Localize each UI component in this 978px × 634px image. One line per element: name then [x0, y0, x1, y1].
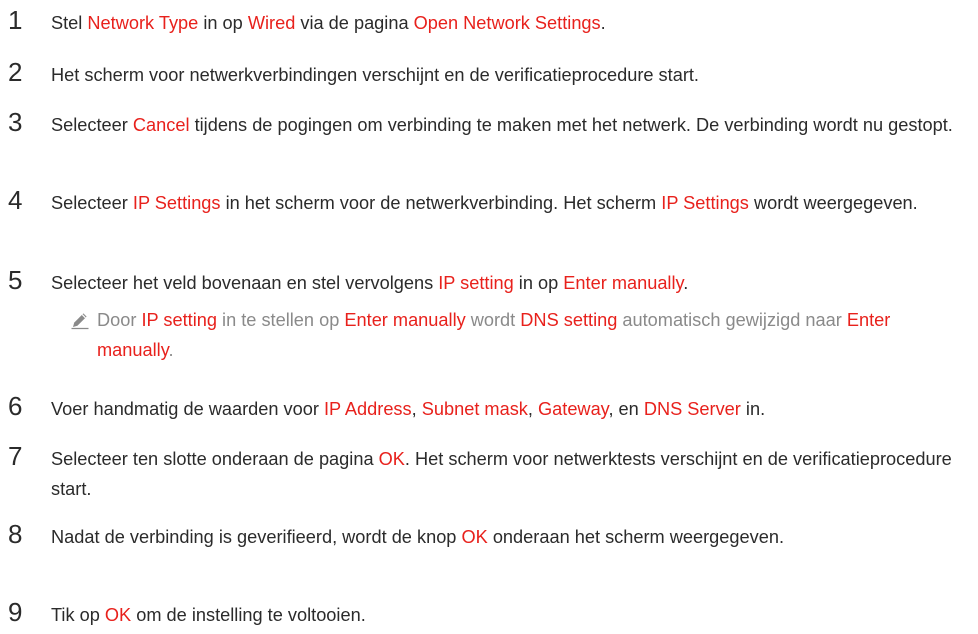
text-segment: .: [168, 340, 174, 360]
step-number: 3: [8, 107, 23, 137]
step-text: Selecteer het veld bovenaan en stel verv…: [51, 268, 971, 298]
ui-term: OK: [461, 527, 488, 547]
text-segment: ,: [411, 399, 422, 419]
ui-term: OK: [104, 605, 132, 625]
step-text: Selecteer ten slotte onderaan de pagina …: [51, 444, 971, 504]
step-number: 6: [8, 391, 23, 421]
text-segment: Selecteer: [51, 115, 133, 135]
ui-term: DNS Server: [643, 399, 741, 419]
ui-term: Network Type: [87, 13, 199, 33]
ui-term: DNS setting: [520, 310, 618, 330]
text-segment: onderaan het scherm weergegeven.: [487, 527, 785, 547]
step-text: Selecteer Cancel tijdens de pogingen om …: [51, 110, 971, 140]
ui-term: Cancel: [132, 115, 190, 135]
step-number: 8: [8, 519, 23, 549]
text-segment: in.: [740, 399, 766, 419]
ui-term: IP Address: [324, 399, 412, 419]
step-number: 5: [8, 265, 23, 295]
ui-term: Gateway: [538, 399, 609, 419]
ui-term: Wired: [247, 13, 296, 33]
text-segment: om de instelling te voltooien.: [131, 605, 366, 625]
step-text: Voer handmatig de waarden voor IP Addres…: [51, 394, 971, 424]
text-segment: Door: [97, 310, 142, 330]
text-segment: Selecteer het veld bovenaan en stel verv…: [51, 273, 439, 293]
text-segment: tijdens de pogingen om verbinding te mak…: [189, 115, 953, 135]
text-segment: in op: [198, 13, 248, 33]
text-segment: Selecteer ten slotte onderaan de pagina: [51, 449, 379, 469]
ui-term: IP Settings: [132, 193, 221, 213]
note-text: Door IP setting in te stellen op Enter m…: [97, 305, 967, 365]
step-text: Het scherm voor netwerkverbindingen vers…: [51, 60, 971, 90]
text-segment: via de pagina: [295, 13, 414, 33]
text-segment: Selecteer: [51, 193, 133, 213]
step-number: 4: [8, 185, 23, 215]
ui-term: Enter manually: [563, 273, 684, 293]
text-segment: wordt weergegeven.: [748, 193, 918, 213]
pencil-icon: [71, 313, 89, 330]
ui-term: Open Network Settings: [413, 13, 601, 33]
text-segment: Stel: [51, 13, 88, 33]
text-segment: Voer handmatig de waarden voor: [51, 399, 324, 419]
step-text: Nadat de verbinding is geverifieerd, wor…: [51, 522, 971, 552]
ui-term: Enter manually: [344, 310, 466, 330]
ui-term: IP setting: [438, 273, 514, 293]
step-text: Stel Network Type in op Wired via de pag…: [51, 8, 971, 38]
text-segment: wordt: [465, 310, 521, 330]
text-segment: in te stellen op: [216, 310, 345, 330]
ui-term: IP setting: [141, 310, 217, 330]
text-segment: ,: [527, 399, 538, 419]
text-segment: Nadat de verbinding is geverifieerd, wor…: [51, 527, 462, 547]
ui-term: IP Settings: [661, 193, 749, 213]
text-segment: Het scherm voor netwerkverbindingen vers…: [51, 65, 699, 85]
text-segment: in op: [513, 273, 564, 293]
text-segment: Tik op: [51, 605, 105, 625]
ui-term: Subnet mask: [421, 399, 528, 419]
text-segment: , en: [608, 399, 644, 419]
step-text: Selecteer IP Settings in het scherm voor…: [51, 188, 971, 218]
step-number: 1: [8, 5, 23, 35]
text-segment: automatisch gewijzigd naar: [617, 310, 847, 330]
text-segment: .: [600, 13, 606, 33]
text-segment: .: [683, 273, 689, 293]
ui-term: OK: [378, 449, 405, 469]
instruction-steps: 1 Stel Network Type in op Wired via de p…: [0, 0, 978, 634]
step-number: 2: [8, 57, 23, 87]
step-text: Tik op OK om de instelling te voltooien.: [51, 600, 971, 630]
step-number: 9: [8, 597, 23, 627]
text-segment: in het scherm voor de netwerkverbinding.…: [220, 193, 662, 213]
step-number: 7: [8, 441, 23, 471]
